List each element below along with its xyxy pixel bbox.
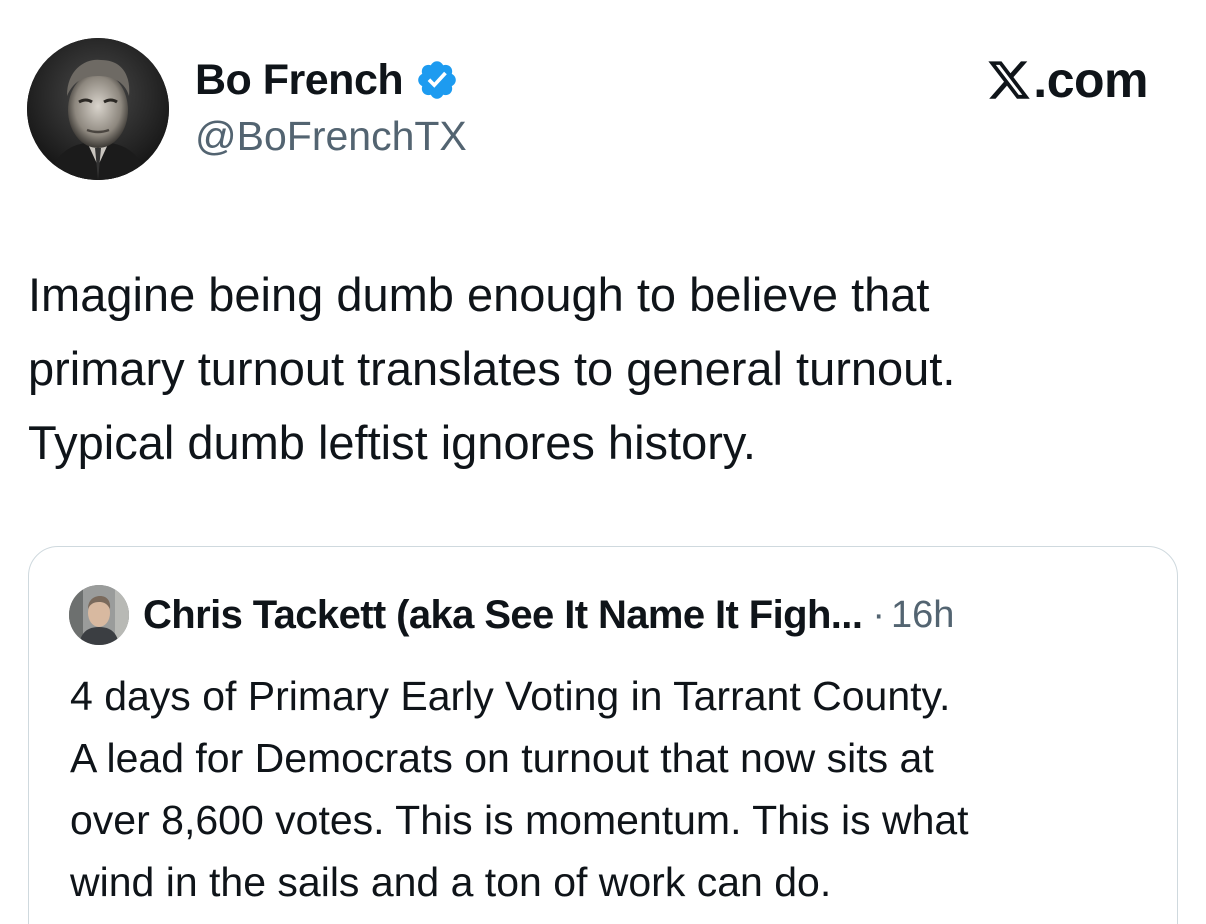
author-handle[interactable]: @BoFrenchTX [195, 113, 467, 160]
quoted-tweet-body: 4 days of Primary Early Voting in Tarran… [70, 665, 1160, 913]
tweet-line: primary turnout translates to general tu… [28, 342, 956, 395]
quoted-avatar-photo [69, 585, 129, 645]
tweet-body: Imagine being dumb enough to believe tha… [28, 258, 1178, 480]
x-logo-icon [986, 57, 1032, 103]
quoted-tweet-line: 4 days of Primary Early Voting in Tarran… [70, 673, 951, 719]
quoted-tweet-line: A lead for Democrats on turnout that now… [70, 735, 934, 781]
author-display-name[interactable]: Bo French [195, 56, 404, 105]
avatar-photo [27, 38, 169, 180]
verified-badge-icon [415, 58, 459, 102]
quoted-tweet-line: over 8,600 votes. This is momentum. This… [70, 797, 969, 843]
site-domain-suffix: .com [1033, 52, 1148, 108]
quoted-author-avatar[interactable] [69, 585, 129, 645]
author-name-row: Bo French [195, 52, 459, 108]
quoted-tweet-time[interactable]: 16h [891, 594, 954, 637]
quoted-author-name[interactable]: Chris Tackett (aka See It Name It Figh..… [143, 593, 863, 638]
tweet-line: Imagine being dumb enough to believe tha… [28, 268, 930, 321]
quoted-tweet-line: wind in the sails and a ton of work can … [70, 859, 832, 905]
tweet-screenshot: Bo French @BoFrenchTX .com Imagine being… [0, 0, 1206, 924]
separator-dot: · [872, 593, 885, 636]
quoted-tweet-card[interactable]: Chris Tackett (aka See It Name It Figh..… [28, 546, 1178, 924]
quoted-tweet-header: Chris Tackett (aka See It Name It Figh..… [69, 585, 954, 645]
author-avatar[interactable] [27, 38, 169, 180]
tweet-line: Typical dumb leftist ignores history. [28, 416, 756, 469]
site-watermark: .com [986, 50, 1148, 110]
